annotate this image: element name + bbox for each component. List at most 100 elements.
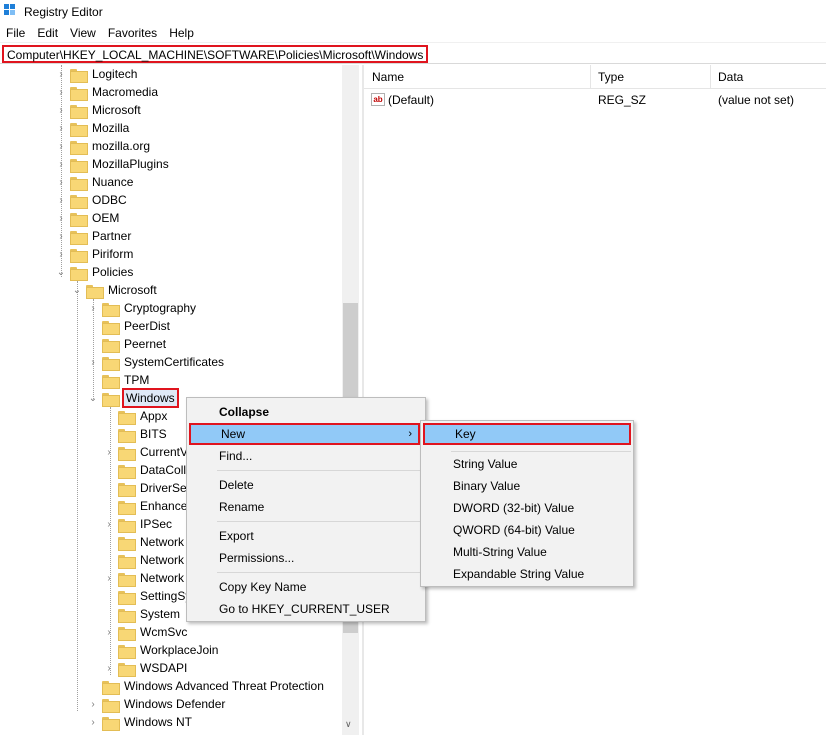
tree-item-label[interactable]: CurrentV (138, 444, 190, 460)
column-header-name[interactable]: Name (364, 65, 404, 89)
scroll-down-icon[interactable]: ∨ (345, 719, 352, 730)
chevron-right-icon[interactable]: › (56, 191, 66, 209)
chevron-right-icon[interactable]: › (56, 227, 66, 245)
menu-item-delete[interactable]: Delete (189, 474, 423, 496)
submenu-item-binary-value[interactable]: Binary Value (423, 475, 631, 497)
tree-item[interactable]: › Partner (56, 227, 133, 245)
tree-item-label[interactable]: Windows Advanced Threat Protection (122, 678, 326, 694)
tree-item-label[interactable]: System (138, 606, 182, 622)
tree-item[interactable]: › Macromedia (56, 83, 160, 101)
tree-item-label[interactable]: SystemCertificates (122, 354, 226, 370)
chevron-right-icon[interactable]: › (104, 623, 114, 641)
chevron-right-icon[interactable]: › (88, 713, 98, 731)
tree-item[interactable]: › WcmSvc (104, 623, 189, 641)
menu-item-goto-hkcu[interactable]: Go to HKEY_CURRENT_USER (189, 598, 423, 620)
tree-item[interactable]: › Piriform (56, 245, 135, 263)
menu-help[interactable]: Help (163, 24, 200, 42)
chevron-right-icon[interactable]: › (104, 659, 114, 677)
column-header-type[interactable]: Type (590, 65, 624, 89)
tree-item-label[interactable]: MozillaPlugins (90, 156, 171, 172)
column-header-data[interactable]: Data (710, 65, 743, 89)
tree-item-label[interactable]: Windows (122, 388, 179, 408)
chevron-right-icon[interactable]: › (56, 209, 66, 227)
tree-item[interactable]: › Mozilla (56, 119, 131, 137)
menu-view[interactable]: View (64, 24, 102, 42)
menu-item-copy-key-name[interactable]: Copy Key Name (189, 576, 423, 598)
tree-item-label[interactable]: Network (138, 570, 186, 586)
tree-item[interactable]: BITS (104, 425, 169, 443)
menu-item-collapse[interactable]: Collapse (189, 401, 423, 423)
tree-item[interactable]: DataColle (104, 461, 195, 479)
tree-item[interactable]: ⌄ Policies (56, 263, 135, 281)
tree-item-label[interactable]: WcmSvc (138, 624, 189, 640)
tree-item[interactable]: › IPSec (104, 515, 174, 533)
menu-edit[interactable]: Edit (31, 24, 64, 42)
tree-item-label[interactable]: WSDAPI (138, 660, 189, 676)
tree-item[interactable]: › Windows NT (88, 713, 194, 731)
menu-file[interactable]: File (0, 24, 31, 42)
menu-item-find[interactable]: Find... (189, 445, 423, 467)
tree-item[interactable]: › Microsoft (56, 101, 143, 119)
tree-item[interactable]: › OEM (56, 209, 121, 227)
tree-item-label[interactable]: Partner (90, 228, 133, 244)
tree-item[interactable]: › Nuance (56, 173, 135, 191)
tree-item-label[interactable]: WorkplaceJoin (138, 642, 220, 658)
tree-item[interactable]: Enhance (104, 497, 189, 515)
tree-item[interactable]: DriverSea (104, 479, 195, 497)
tree-item-label[interactable]: Policies (90, 264, 135, 280)
tree-item-label[interactable]: Network (138, 534, 186, 550)
tree-item-label[interactable]: Cryptography (122, 300, 198, 316)
tree-item-label[interactable]: OEM (90, 210, 121, 226)
tree-item[interactable]: ⌄ Microsoft (72, 281, 159, 299)
list-item[interactable]: ab (Default) REG_SZ (value not set) (364, 90, 826, 110)
chevron-down-icon[interactable]: ⌄ (88, 389, 98, 407)
tree-item-label[interactable]: Windows Defender (122, 696, 227, 712)
tree-item[interactable]: › SystemCertificates (88, 353, 226, 371)
tree-item-label[interactable]: Nuance (90, 174, 135, 190)
tree-item-label[interactable]: IPSec (138, 516, 174, 532)
submenu-item-key[interactable]: Key (423, 423, 631, 445)
tree-item[interactable]: Appx (104, 407, 169, 425)
tree-item[interactable]: Peernet (88, 335, 168, 353)
tree-item[interactable]: Network (104, 533, 186, 551)
tree-item[interactable]: WorkplaceJoin (104, 641, 220, 659)
submenu-item-string-value[interactable]: String Value (423, 453, 631, 475)
tree-item-label[interactable]: TPM (122, 372, 151, 388)
tree-item[interactable]: › Cryptography (88, 299, 198, 317)
submenu-item-dword-value[interactable]: DWORD (32-bit) Value (423, 497, 631, 519)
tree-item[interactable]: Windows Advanced Threat Protection (88, 677, 326, 695)
tree-item[interactable]: › Network (104, 569, 186, 587)
menu-item-new[interactable]: New › (189, 423, 420, 445)
chevron-down-icon[interactable]: ⌄ (72, 281, 82, 299)
chevron-right-icon[interactable]: › (88, 695, 98, 713)
chevron-down-icon[interactable]: ⌄ (56, 263, 66, 281)
tree-item-label[interactable]: ODBC (90, 192, 129, 208)
tree-item-selected[interactable]: ⌄ Windows (88, 388, 179, 408)
submenu-item-multi-string-value[interactable]: Multi-String Value (423, 541, 631, 563)
tree-item[interactable]: SettingSy (104, 587, 193, 605)
chevron-right-icon[interactable]: › (104, 515, 114, 533)
tree-item-label[interactable]: Mozilla (90, 120, 131, 136)
chevron-right-icon[interactable]: › (56, 173, 66, 191)
submenu-item-qword-value[interactable]: QWORD (64-bit) Value (423, 519, 631, 541)
tree-item-label[interactable]: Peernet (122, 336, 168, 352)
tree-item[interactable]: › WSDAPI (104, 659, 189, 677)
tree-item-label[interactable]: Appx (138, 408, 169, 424)
address-bar[interactable]: Computer\HKEY_LOCAL_MACHINE\SOFTWARE\Pol… (0, 42, 826, 64)
tree-item[interactable]: PeerDist (88, 317, 172, 335)
chevron-right-icon[interactable]: › (104, 569, 114, 587)
chevron-right-icon[interactable]: › (88, 353, 98, 371)
tree-item[interactable]: › Windows Defender (88, 695, 227, 713)
tree-item-label[interactable]: Microsoft (106, 282, 159, 298)
tree-item-label[interactable]: Macromedia (90, 84, 160, 100)
tree-item-label[interactable]: Piriform (90, 246, 135, 262)
tree-item[interactable]: › CurrentV (104, 443, 190, 461)
chevron-right-icon[interactable]: › (56, 155, 66, 173)
tree-item-label[interactable]: Network (138, 552, 186, 568)
chevron-right-icon[interactable]: › (56, 245, 66, 263)
tree-item-label[interactable]: Logitech (90, 66, 139, 82)
tree-item-label[interactable]: PeerDist (122, 318, 172, 334)
chevron-right-icon[interactable]: › (56, 83, 66, 101)
submenu-item-expandable-string-value[interactable]: Expandable String Value (423, 563, 631, 585)
tree-item[interactable]: › MozillaPlugins (56, 155, 171, 173)
